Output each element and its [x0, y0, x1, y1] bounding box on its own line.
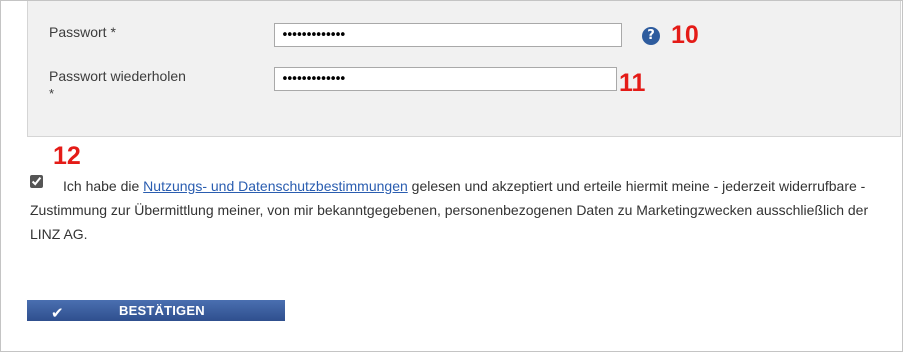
annotation-step-12: 12 — [53, 142, 81, 170]
password-form-panel: Passwort * ? Passwort wiederholen * — [27, 1, 901, 137]
password-repeat-input[interactable] — [274, 67, 617, 91]
checkmark-icon: ✔ — [51, 304, 64, 322]
annotation-step-10: 10 — [671, 21, 699, 49]
confirm-button-label: BESTÄTIGEN — [119, 303, 205, 318]
password-input[interactable] — [274, 23, 622, 47]
help-icon[interactable]: ? — [642, 27, 660, 45]
confirm-button[interactable]: ✔ BESTÄTIGEN — [27, 300, 285, 322]
password-repeat-required-marker: * — [49, 86, 55, 101]
page-frame: Passwort * ? Passwort wiederholen * 10 1… — [0, 0, 903, 352]
consent-text: Ich habe die Nutzungs- und Datenschutzbe… — [30, 174, 890, 246]
password-label: Passwort * — [49, 24, 116, 40]
terms-link[interactable]: Nutzungs- und Datenschutzbestimmungen — [143, 178, 408, 194]
password-repeat-label: Passwort wiederholen — [49, 68, 186, 84]
annotation-step-11: 11 — [619, 69, 646, 97]
consent-text-before: Ich habe die — [63, 178, 144, 194]
